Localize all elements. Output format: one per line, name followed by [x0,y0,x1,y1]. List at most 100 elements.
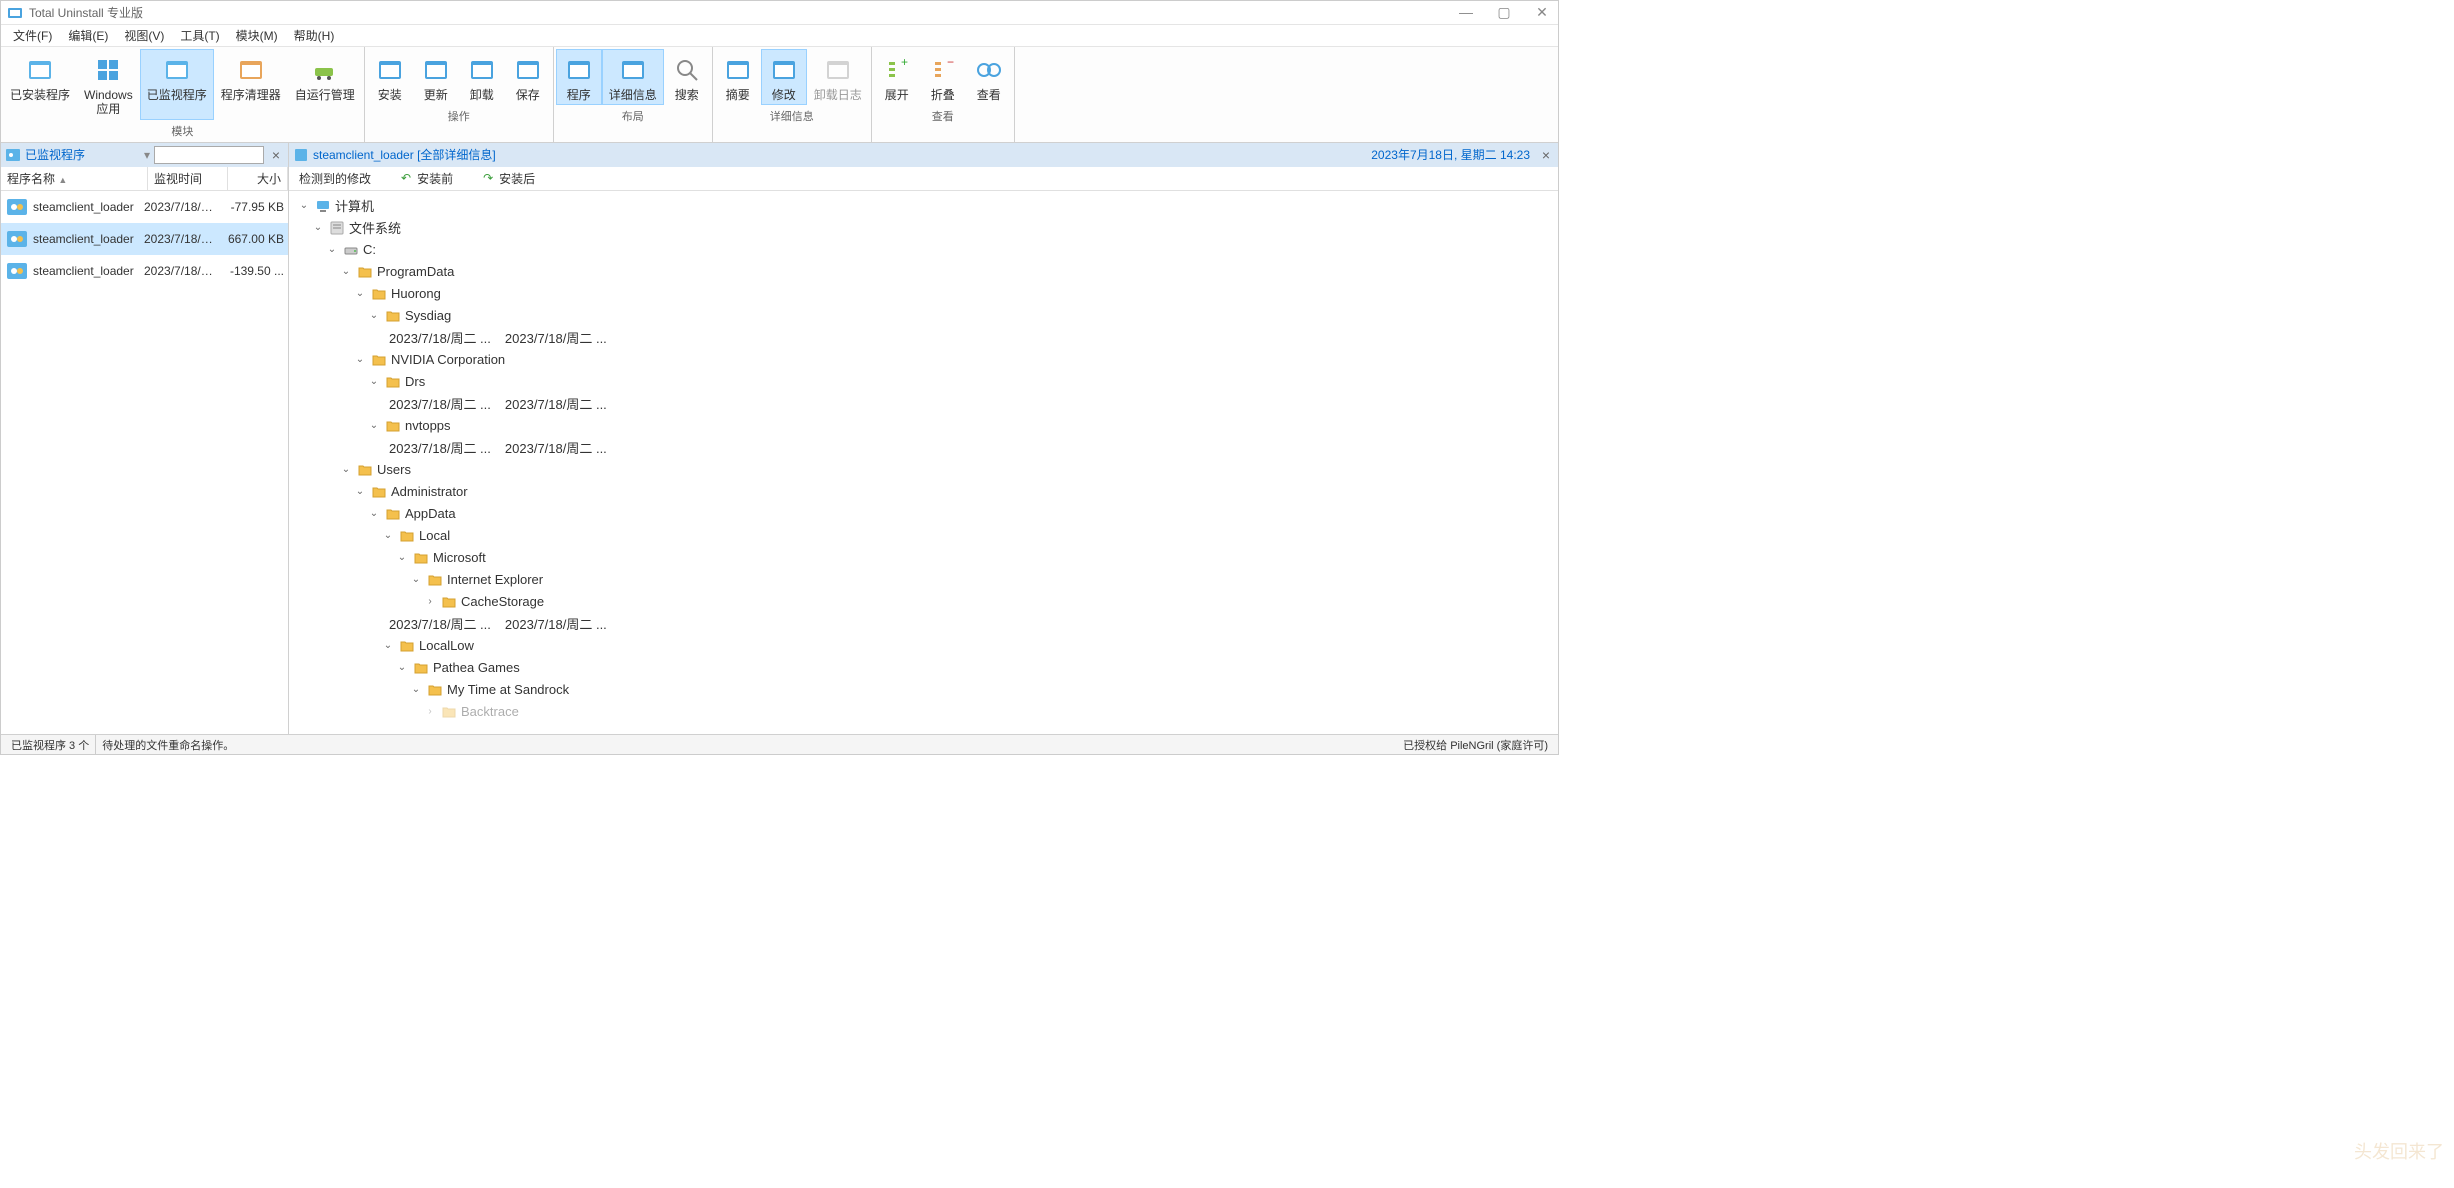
tree-node[interactable]: ⌄Microsoft [289,547,1558,569]
ribbon-autorun-button[interactable]: 自运行管理 [288,49,362,120]
ribbon-collapse-button[interactable]: −折叠 [920,49,966,105]
collapse-toggle-icon[interactable]: ⌄ [339,266,353,277]
tab-before[interactable]: ↶安装前 [391,167,473,190]
ribbon-summary-button[interactable]: 摘要 [715,49,761,105]
details-icon [293,147,309,163]
drive-icon [343,242,359,258]
tab-after[interactable]: ↷安装后 [473,167,555,190]
collapse-toggle-icon[interactable]: ⌄ [353,486,367,497]
collapse-toggle-icon[interactable]: ⌄ [395,662,409,673]
tree-node[interactable]: ⌄Users [289,459,1558,481]
collapse-toggle-icon[interactable]: ⌄ [381,530,395,541]
tree-label: My Time at Sandrock [447,682,569,697]
tab-detected[interactable]: 检测到的修改 [289,167,391,190]
collapse-toggle-icon[interactable]: ⌄ [297,200,311,211]
collapse-toggle-icon[interactable]: ⌄ [367,508,381,519]
tree-node[interactable]: ›CacheStorage [289,591,1558,613]
ribbon-update-button[interactable]: 更新 [413,49,459,105]
minimize-button[interactable]: ― [1456,4,1476,21]
ribbon-modify-button[interactable]: 修改 [761,49,807,105]
expand-toggle-icon[interactable]: › [423,596,437,607]
tree-node[interactable]: ⌄LocalLow [289,635,1558,657]
collapse-toggle-icon[interactable]: ⌄ [409,684,423,695]
folder-icon [413,550,429,566]
search-icon [671,54,703,86]
collapse-toggle-icon[interactable]: ⌄ [353,354,367,365]
menu-item-4[interactable]: 模块(M) [228,25,286,46]
left-panel-close-icon[interactable]: × [268,147,284,163]
tree-node[interactable]: ⌄计算机 [289,195,1558,217]
folder-icon [427,682,443,698]
menu-item-0[interactable]: 文件(F) [5,25,60,46]
col-size[interactable]: 大小 [228,167,288,190]
ribbon-winapps-button[interactable]: Windows 应用 [77,49,140,120]
watermark: 头发回来了 [2354,1138,2444,1164]
right-panel-close-icon[interactable]: × [1538,147,1554,163]
tree-dates-row[interactable]: 2023/7/18/周二 ...2023/7/18/周二 ... [289,613,1558,635]
tree-node[interactable]: ⌄Sysdiag [289,305,1558,327]
tree-date: 2023/7/18/周二 ... [389,614,491,633]
tree-node[interactable]: ⌄ My Time at Sandrock [289,679,1558,701]
ribbon-search-button[interactable]: 搜索 [664,49,710,105]
collapse-toggle-icon[interactable]: ⌄ [353,288,367,299]
collapse-toggle-icon[interactable]: ⌄ [311,222,325,233]
tree-node[interactable]: ⌄Pathea Games [289,657,1558,679]
ribbon-uninstall-button[interactable]: 卸载 [459,49,505,105]
col-time[interactable]: 监视时间 [148,167,228,190]
ribbon-installed-button[interactable]: 已安装程序 [3,49,77,120]
list-item[interactable]: steamclient_loader2023/7/18/周二 ...-77.95… [1,191,288,223]
expand-toggle-icon[interactable]: › [423,706,437,717]
tree-node[interactable]: ⌄ Huorong [289,283,1558,305]
collapse-toggle-icon[interactable]: ⌄ [395,552,409,563]
maximize-button[interactable]: ▢ [1494,4,1514,21]
tree-date: 2023/7/18/周二 ... [389,438,491,457]
tree-dates-row[interactable]: 2023/7/18/周二 ...2023/7/18/周二 ... [289,327,1558,349]
collapse-toggle-icon[interactable]: ⌄ [367,376,381,387]
close-button[interactable]: ✕ [1532,4,1552,21]
tree-node[interactable]: ⌄ProgramData [289,261,1558,283]
tree-node[interactable]: ⌄nvtopps [289,415,1558,437]
ribbon-details-button[interactable]: 详细信息 [602,49,664,105]
tree-label: Internet Explorer [447,572,543,587]
search-input[interactable] [154,146,264,164]
ribbon-program-button[interactable]: 程序 [556,49,602,105]
menu-item-1[interactable]: 编辑(E) [60,25,116,46]
status-license: 已授权给 PileNGril (家庭许可) [1397,737,1554,753]
tree-node[interactable]: ⌄Drs [289,371,1558,393]
collapse-toggle-icon[interactable]: ⌄ [325,244,339,255]
tree-node[interactable]: ⌄AppData [289,503,1558,525]
list-item-time: 2023/7/18/周二 ... [144,262,224,279]
col-name[interactable]: 程序名称 ▲ [1,167,148,190]
tree-node[interactable]: ›Backtrace [289,701,1558,723]
tree-node[interactable]: ⌄C: [289,239,1558,261]
tree-dates-row[interactable]: 2023/7/18/周二 ...2023/7/18/周二 ... [289,393,1558,415]
menu-item-3[interactable]: 工具(T) [172,25,227,46]
collapse-toggle-icon[interactable]: ⌄ [367,310,381,321]
list-item[interactable]: steamclient_loader2023/7/18/周二 ...-139.5… [1,255,288,287]
collapse-toggle-icon[interactable]: ⌄ [339,464,353,475]
ribbon-label: 安装 [378,88,402,102]
list-item-time: 2023/7/18/周二 ... [144,230,224,247]
tree-node[interactable]: ⌄文件系统 [289,217,1558,239]
menu-item-2[interactable]: 视图(V) [116,25,172,46]
ribbon-monitored-button[interactable]: 已监视程序 [140,49,214,120]
status-message: 待处理的文件重命名操作。 [96,735,1397,754]
tree-node[interactable]: ⌄ Internet Explorer [289,569,1558,591]
changes-tree[interactable]: ⌄计算机⌄文件系统⌄C:⌄ProgramData⌄Huorong⌄Sysdiag… [289,191,1558,734]
tree-node[interactable]: ⌄Administrator [289,481,1558,503]
ribbon-install-button[interactable]: 安装 [367,49,413,105]
collapse-toggle-icon[interactable]: ⌄ [381,640,395,651]
collapse-toggle-icon[interactable]: ⌄ [409,574,423,585]
ribbon-save-button[interactable]: 保存 [505,49,551,105]
ribbon-view-button[interactable]: 查看 [966,49,1012,105]
tree-label: Huorong [391,286,441,301]
tree-dates-row[interactable]: 2023/7/18/周二 ...2023/7/18/周二 ... [289,437,1558,459]
tree-node[interactable]: ⌄Local [289,525,1558,547]
ribbon-cleaner-button[interactable]: 程序清理器 [214,49,288,120]
tree-node[interactable]: ⌄NVIDIA Corporation [289,349,1558,371]
collapse-toggle-icon[interactable]: ⌄ [367,420,381,431]
filter-icon[interactable]: ▾ [144,148,150,162]
list-item[interactable]: steamclient_loader2023/7/18/周二 ...667.00… [1,223,288,255]
menu-item-5[interactable]: 帮助(H) [286,25,343,46]
ribbon-expand-button[interactable]: +展开 [874,49,920,105]
